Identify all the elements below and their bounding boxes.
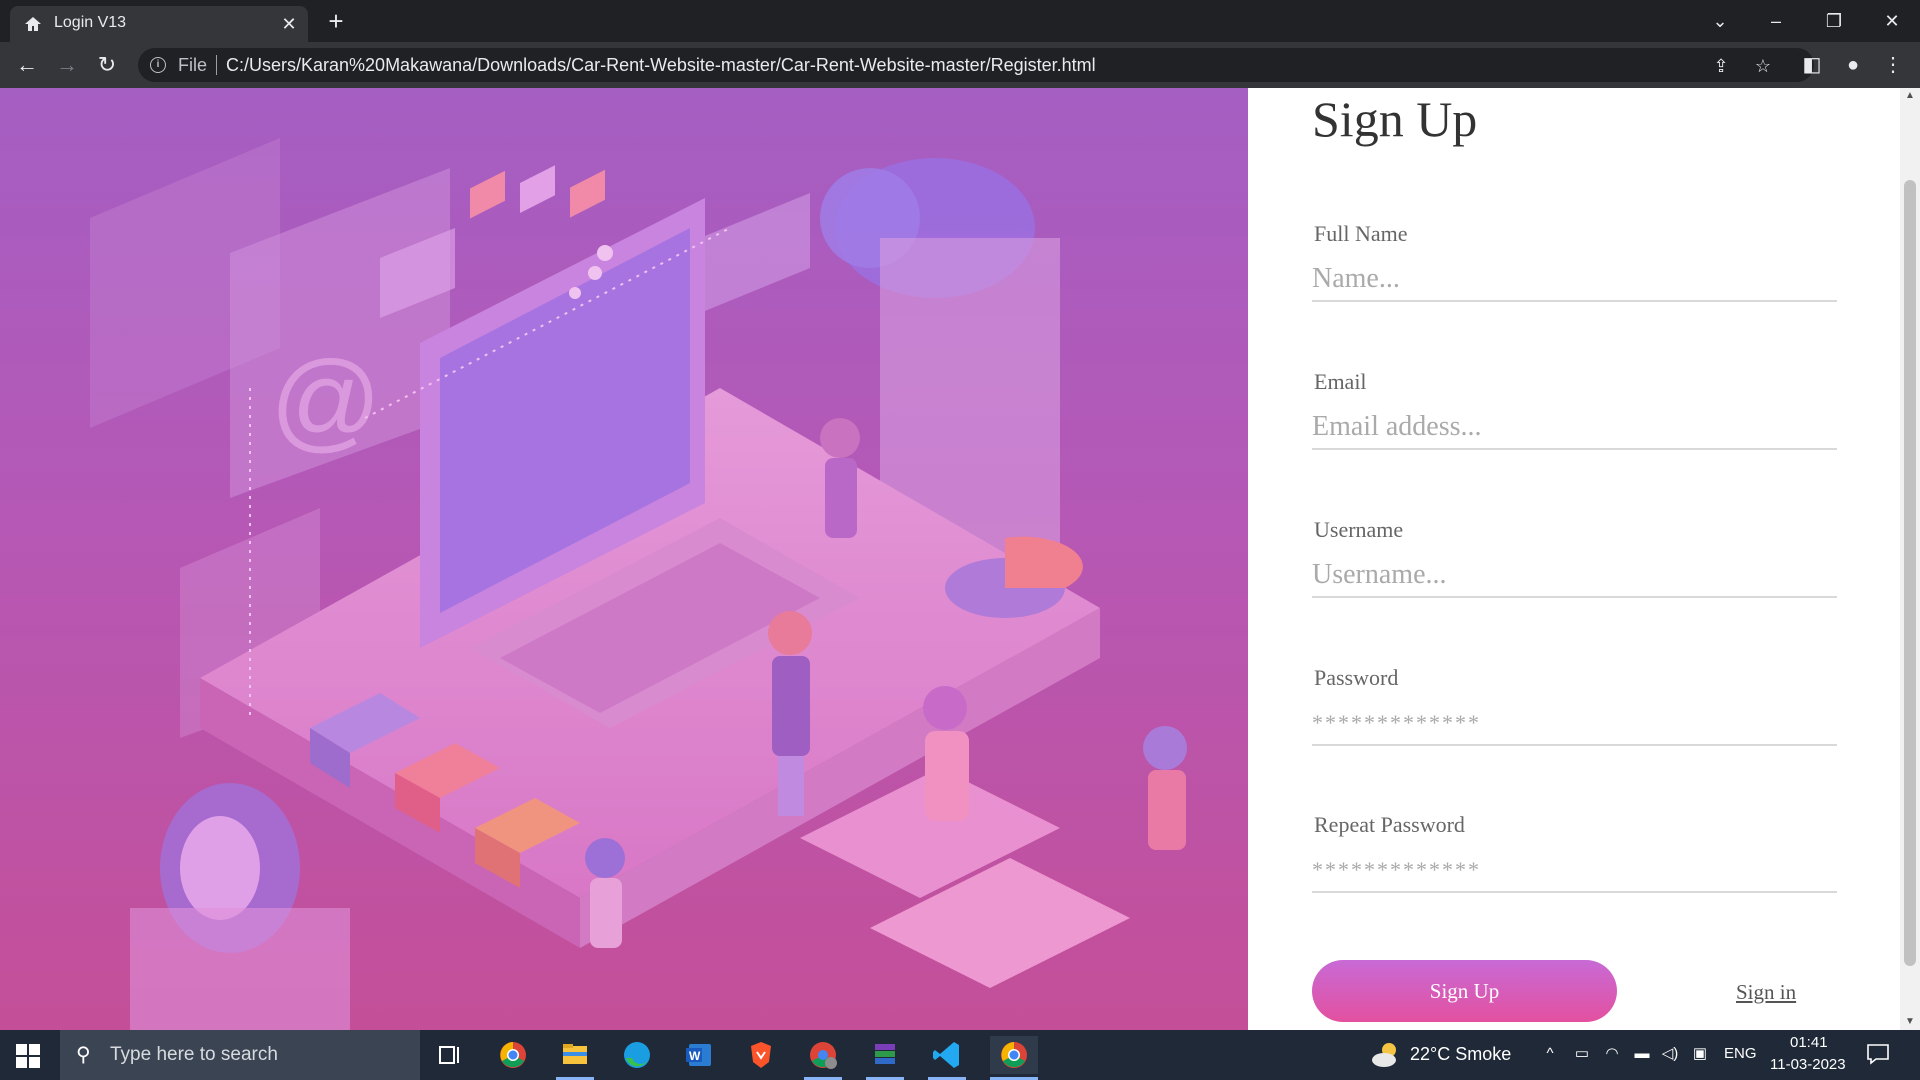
scroll-thumb[interactable] — [1904, 180, 1916, 966]
scrollbar[interactable]: ▲ ▼ — [1900, 88, 1920, 1030]
svg-text:@: @ — [270, 339, 382, 462]
share-icon[interactable]: ⇪ — [1709, 54, 1733, 78]
repeat-password-label: Repeat Password — [1314, 812, 1465, 837]
signup-form: Sign Up Full Name Email Username Passwor… — [1248, 88, 1900, 1030]
wifi-icon[interactable]: ◠ — [1602, 1044, 1622, 1064]
clock-time[interactable]: 01:41 — [1790, 1034, 1828, 1051]
page-viewport: @ Sign Up Full Name Name... Email Email … — [0, 88, 1920, 1030]
browser-titlebar: Login V13 ✕ + ⌄ – ❐ ✕ — [0, 0, 1920, 42]
search-icon: ⚲ — [76, 1044, 91, 1066]
file-label: File — [178, 55, 208, 75]
page-title: Sign Up — [1312, 91, 1478, 147]
bookmark-star-icon[interactable]: ☆ — [1751, 54, 1775, 78]
info-icon[interactable]: i — [150, 57, 166, 73]
search-placeholder: Type here to search — [110, 1044, 278, 1065]
close-tab-icon[interactable]: ✕ — [278, 13, 300, 35]
full-name-label: Full Name — [1314, 221, 1408, 246]
notification-icon[interactable] — [1866, 1043, 1890, 1065]
signup-button[interactable]: Sign Up — [1312, 960, 1617, 1022]
restore-icon[interactable]: ❐ — [1814, 6, 1854, 36]
repeat-password-input[interactable] — [1312, 849, 1837, 893]
back-icon[interactable]: ← — [12, 50, 42, 80]
chevron-up-icon[interactable]: ^ — [1540, 1044, 1560, 1064]
language-indicator[interactable]: ENG — [1724, 1045, 1757, 1062]
username-label: Username — [1314, 517, 1404, 542]
chrome-active-icon[interactable] — [990, 1036, 1038, 1080]
taskbar-search[interactable]: ⚲ Type here to search — [60, 1030, 420, 1080]
scroll-down-icon[interactable]: ▼ — [1904, 1016, 1916, 1028]
winrar-icon[interactable] — [866, 1036, 904, 1080]
side-panel-icon[interactable]: ◧ — [1799, 52, 1825, 78]
weather-smoke-icon[interactable] — [1370, 1040, 1402, 1070]
email-label: Email — [1314, 369, 1367, 394]
reload-icon[interactable]: ↻ — [92, 50, 122, 80]
new-tab-icon[interactable]: + — [322, 8, 350, 36]
display-icon[interactable]: ▣ — [1690, 1044, 1710, 1064]
chrome-profile-icon[interactable] — [804, 1036, 842, 1080]
vscode-icon[interactable] — [928, 1036, 966, 1080]
hero-illustration: @ — [0, 88, 1248, 1030]
svg-text:W: W — [689, 1049, 701, 1063]
volume-icon[interactable]: ◁) — [1660, 1044, 1680, 1064]
email-input[interactable] — [1312, 406, 1837, 450]
profile-icon[interactable]: ● — [1840, 52, 1866, 78]
tab-title: Login V13 — [54, 14, 127, 31]
edge-icon[interactable] — [618, 1036, 656, 1074]
minimize-icon[interactable]: – — [1756, 6, 1796, 36]
home-icon — [25, 17, 41, 31]
taskbar: ⚲ Type here to search W 22°C Smoke ^ ▭ ◠… — [0, 1030, 1920, 1080]
file-explorer-icon[interactable] — [556, 1036, 594, 1080]
close-window-icon[interactable]: ✕ — [1872, 6, 1912, 36]
password-input[interactable] — [1312, 702, 1837, 746]
address-bar[interactable]: i File C:/Users/Karan%20Makawana/Downloa… — [138, 48, 1814, 82]
divider — [216, 55, 217, 75]
task-view-icon[interactable] — [430, 1036, 468, 1074]
isometric-illustration: @ — [90, 138, 1187, 1030]
brave-icon[interactable] — [742, 1036, 780, 1074]
browser-tab[interactable]: Login V13 ✕ — [10, 6, 308, 42]
password-label: Password — [1314, 665, 1399, 690]
chrome-icon[interactable] — [494, 1036, 532, 1074]
clock-date[interactable]: 11-03-2023 — [1770, 1056, 1846, 1073]
battery-icon[interactable]: ▬ — [1632, 1044, 1652, 1064]
word-icon[interactable]: W — [680, 1036, 718, 1074]
browser-toolbar: ← → ↻ i File C:/Users/Karan%20Makawana/D… — [0, 42, 1920, 88]
meet-now-icon[interactable]: ▭ — [1572, 1044, 1592, 1064]
scroll-up-icon[interactable]: ▲ — [1904, 90, 1916, 102]
menu-icon[interactable]: ⋮ — [1880, 52, 1906, 78]
forward-icon[interactable]: → — [52, 50, 82, 80]
signin-link[interactable]: Sign in — [1736, 980, 1796, 1005]
full-name-input[interactable] — [1312, 258, 1837, 302]
windows-start-icon[interactable] — [14, 1042, 42, 1070]
username-input[interactable] — [1312, 554, 1837, 598]
weather-text[interactable]: 22°C Smoke — [1410, 1044, 1511, 1065]
tab-search-icon[interactable]: ⌄ — [1700, 6, 1740, 36]
url-text[interactable]: C:/Users/Karan%20Makawana/Downloads/Car-… — [226, 55, 1096, 76]
